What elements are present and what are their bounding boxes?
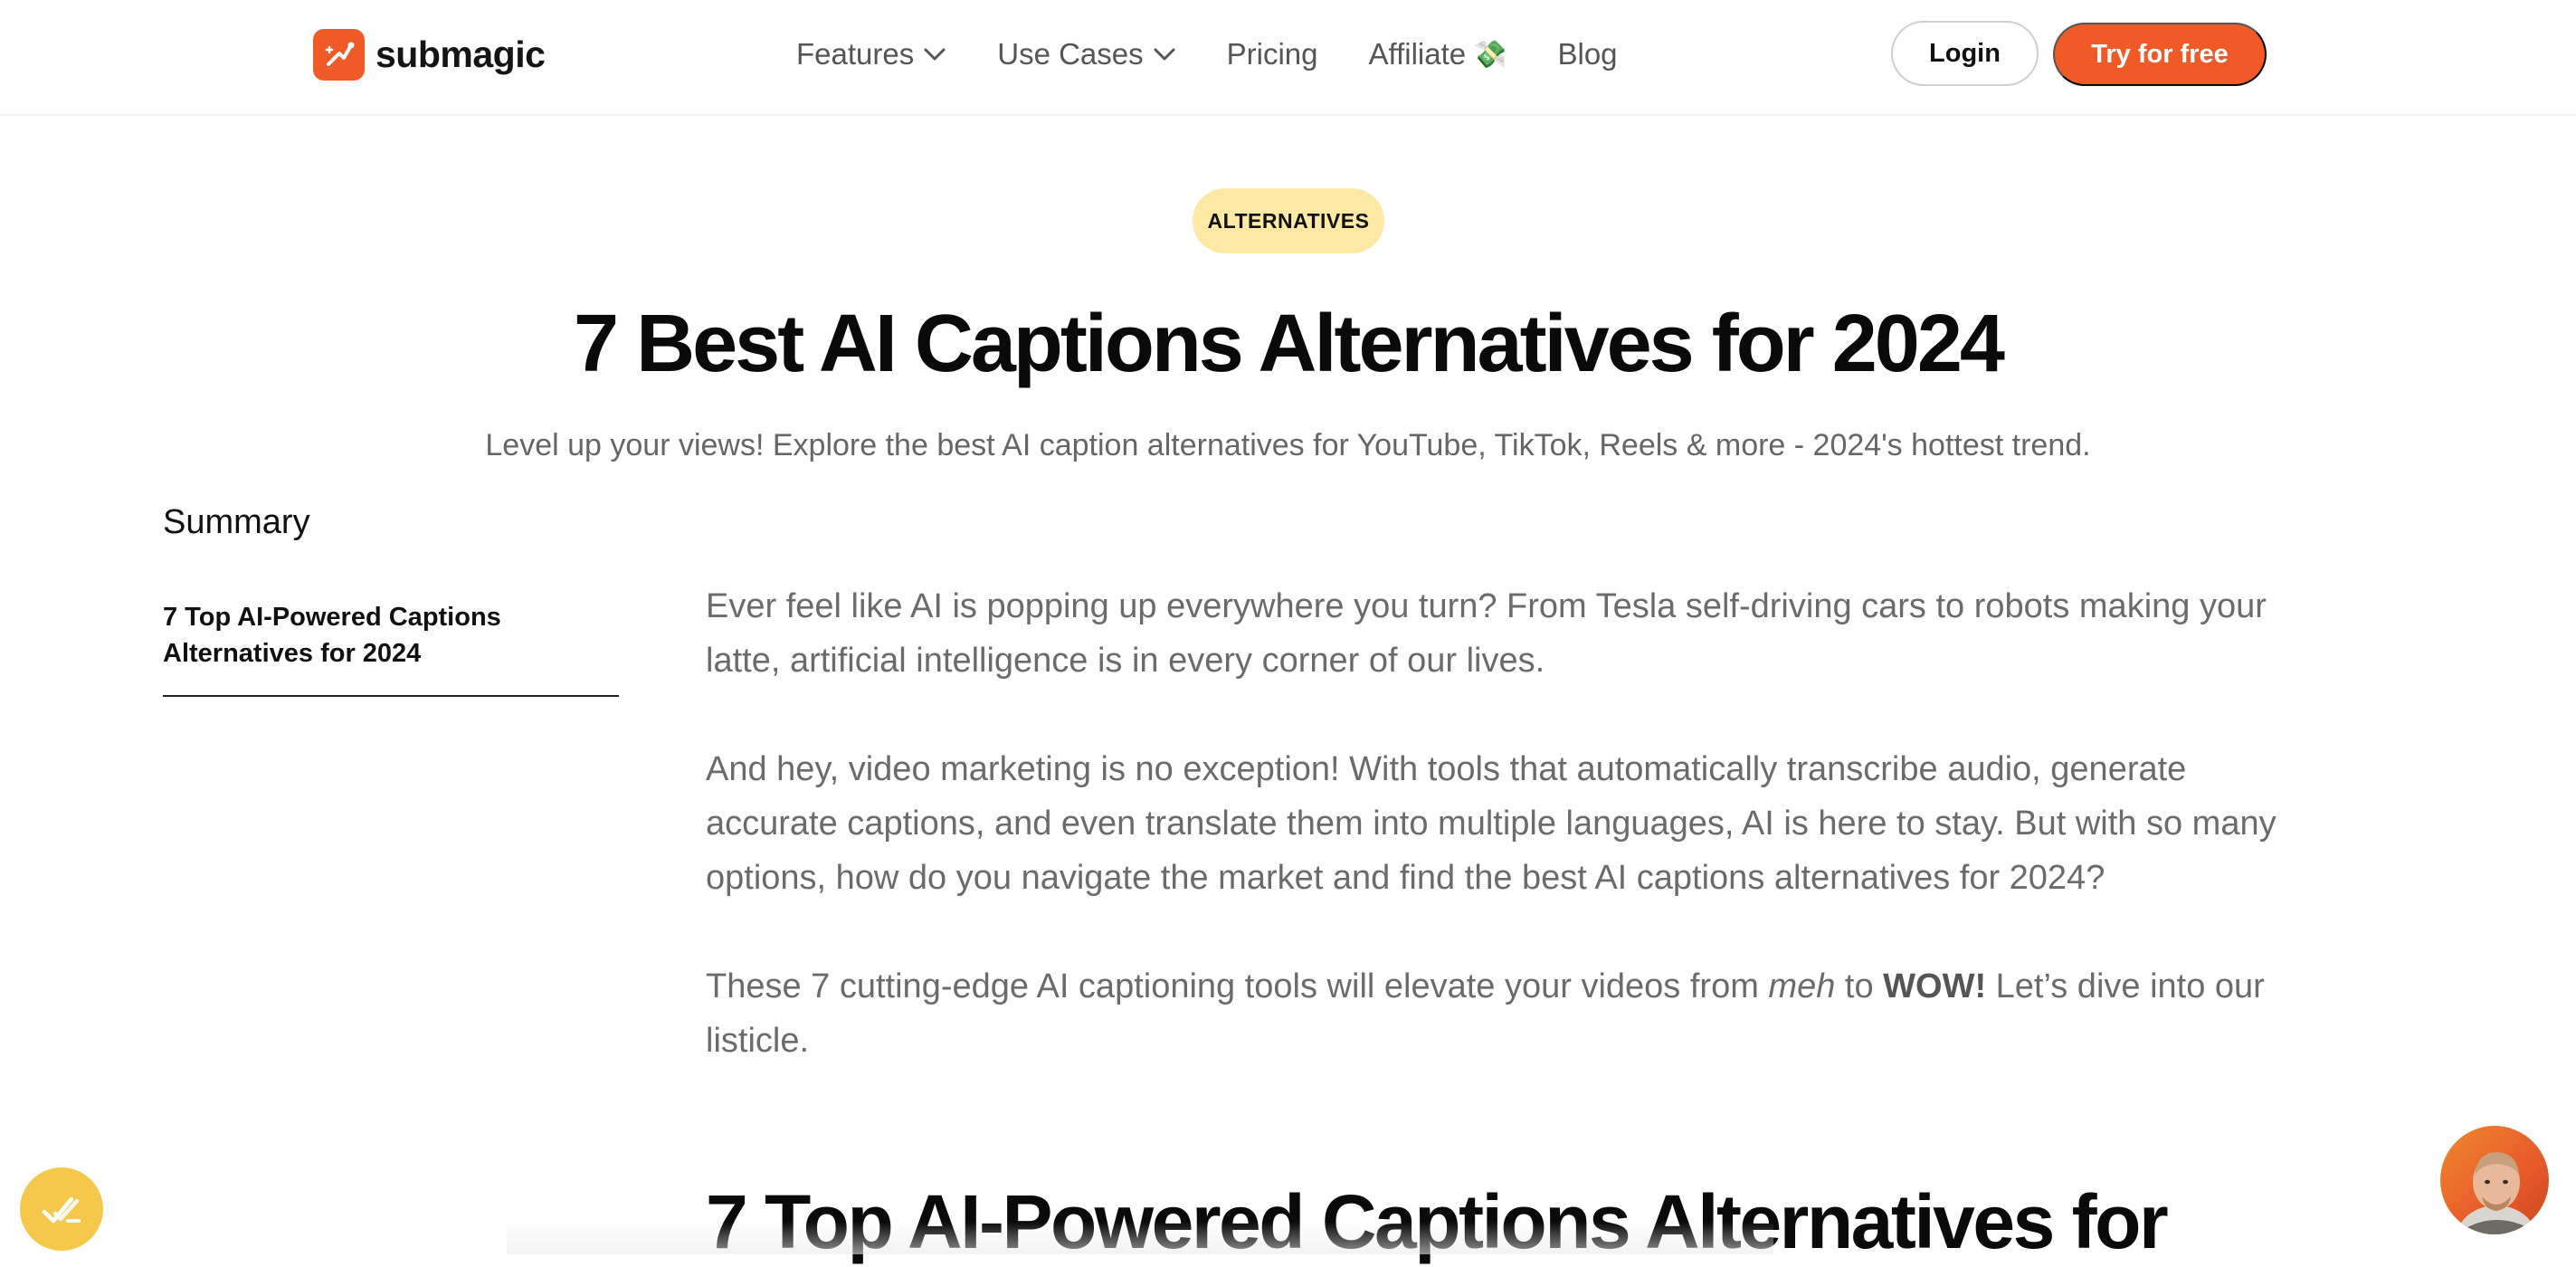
section-heading: 7 Top AI-Powered Captions Alternatives f… bbox=[706, 1179, 2169, 1264]
avatar[interactable] bbox=[2440, 1126, 2549, 1234]
nav-item-features[interactable]: Features bbox=[796, 37, 946, 71]
money-wings-icon: 💸 bbox=[1473, 39, 1507, 70]
article-body: Ever feel like AI is popping up everywhe… bbox=[706, 579, 2307, 1122]
chevron-down-icon bbox=[923, 47, 946, 62]
emphasis-text: meh bbox=[1768, 967, 1836, 1005]
nav-item-label: Features bbox=[796, 37, 915, 71]
nav-item-pricing[interactable]: Pricing bbox=[1227, 37, 1318, 71]
paragraph-text: These 7 cutting-edge AI captioning tools… bbox=[706, 967, 1769, 1005]
article-paragraph: These 7 cutting-edge AI captioning tools… bbox=[706, 959, 2307, 1068]
try-for-free-button[interactable]: Try for free bbox=[2053, 23, 2267, 86]
nav-item-label: Affiliate bbox=[1368, 37, 1467, 71]
checkmark-sparkle-icon[interactable] bbox=[20, 1167, 103, 1251]
chevron-down-icon bbox=[1153, 47, 1176, 62]
page-subtitle: Level up your views! Explore the best AI… bbox=[485, 428, 2091, 462]
summary-heading: Summary bbox=[163, 503, 310, 541]
brand-name: submagic bbox=[375, 33, 546, 75]
brand-logo[interactable]: submagic bbox=[313, 29, 546, 81]
submagic-logo-icon bbox=[313, 29, 365, 81]
page-title: 7 Best AI Captions Alternatives for 2024 bbox=[574, 299, 2005, 389]
article-paragraph: And hey, video marketing is no exception… bbox=[706, 750, 2277, 897]
nav-item-affiliate[interactable]: Affiliate 💸 bbox=[1369, 37, 1507, 71]
article-paragraph: Ever feel like AI is popping up everywhe… bbox=[706, 587, 2267, 680]
nav-item-blog[interactable]: Blog bbox=[1557, 37, 1617, 71]
site-header: submagic Features Use Cases Pricing Affi… bbox=[0, 0, 2576, 116]
nav-item-use-cases[interactable]: Use Cases bbox=[997, 37, 1175, 71]
summary-item-top-ai-captions[interactable]: 7 Top AI-Powered Captions Alternatives f… bbox=[163, 599, 619, 697]
nav-item-label: Blog bbox=[1557, 37, 1618, 71]
nav-item-label: Use Cases bbox=[997, 37, 1144, 71]
main-nav: Features Use Cases Pricing Affiliate 💸 B… bbox=[796, 27, 1668, 81]
nav-item-label: Pricing bbox=[1226, 37, 1318, 71]
category-badge[interactable]: ALTERNATIVES bbox=[1193, 188, 1384, 253]
person-icon bbox=[2457, 1152, 2536, 1234]
paragraph-text: to bbox=[1835, 967, 1884, 1005]
strong-text: WOW! bbox=[1883, 967, 1987, 1005]
login-button[interactable]: Login bbox=[1891, 21, 2039, 86]
